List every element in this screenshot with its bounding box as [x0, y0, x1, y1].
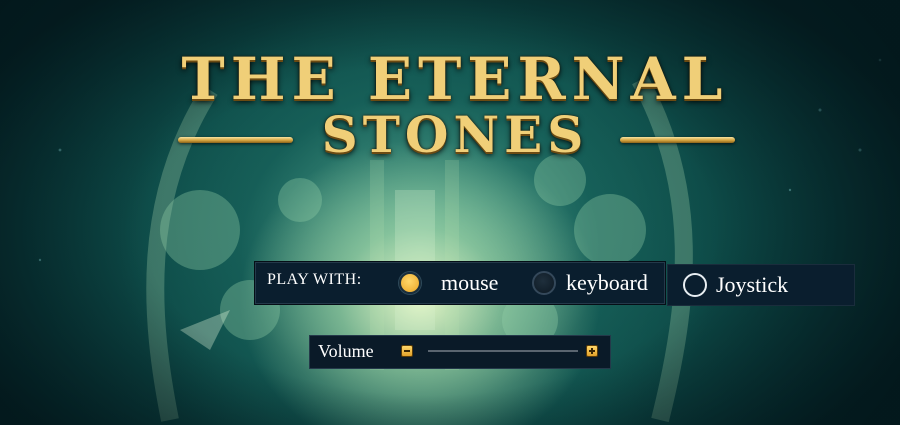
- option-keyboard[interactable]: keyboard: [532, 263, 648, 303]
- game-title-line2: STONES: [321, 105, 589, 164]
- option-mouse-label: mouse: [441, 270, 499, 295]
- volume-slider[interactable]: [428, 350, 578, 352]
- radio-unselected-icon[interactable]: [532, 271, 556, 295]
- option-mouse[interactable]: mouse: [399, 263, 498, 303]
- option-joystick[interactable]: Joystick: [683, 265, 788, 305]
- play-with-panel: PLAY WITH: mouse keyboard: [255, 262, 665, 304]
- volume-increase-button[interactable]: [586, 345, 598, 357]
- joystick-panel: Joystick: [667, 264, 855, 306]
- option-joystick-label: Joystick: [716, 272, 789, 297]
- radio-unselected-icon[interactable]: [683, 273, 707, 297]
- option-keyboard-label: keyboard: [566, 270, 648, 295]
- volume-decrease-button[interactable]: [401, 345, 413, 357]
- game-title-screen: THE ETERNAL STONES PLAY WITH: mouse keyb…: [0, 0, 900, 425]
- game-title-line1: THE ETERNAL: [181, 45, 729, 113]
- volume-panel: Volume: [309, 335, 611, 369]
- radio-selected-icon[interactable]: [399, 272, 421, 294]
- volume-label: Volume: [318, 341, 374, 361]
- play-with-label: PLAY WITH:: [267, 271, 362, 288]
